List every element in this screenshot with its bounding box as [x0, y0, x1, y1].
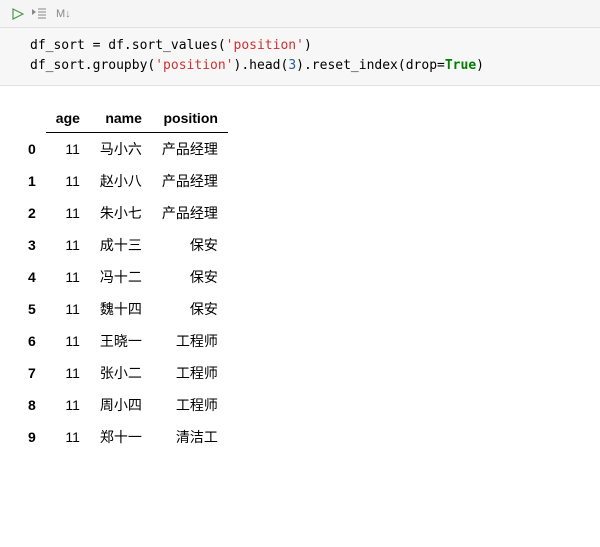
col-header: position	[152, 104, 228, 133]
row-index: 0	[18, 133, 46, 166]
row-index: 6	[18, 325, 46, 357]
row-index: 5	[18, 293, 46, 325]
table-row: 811周小四工程师	[18, 389, 228, 421]
table-row: 011马小六产品经理	[18, 133, 228, 166]
table-row: 411冯十二保安	[18, 261, 228, 293]
cell-age: 11	[46, 357, 90, 389]
row-index: 9	[18, 421, 46, 453]
cell-name: 马小六	[90, 133, 152, 166]
markdown-label[interactable]: M↓	[56, 8, 71, 20]
cell-position: 保安	[152, 261, 228, 293]
table-row: 111赵小八产品经理	[18, 165, 228, 197]
table-row: 611王晓一工程师	[18, 325, 228, 357]
table-row: 511魏十四保安	[18, 293, 228, 325]
cell-name: 郑十一	[90, 421, 152, 453]
cell-age: 11	[46, 261, 90, 293]
cell-age: 11	[46, 165, 90, 197]
cell-name: 朱小七	[90, 197, 152, 229]
cell-position: 产品经理	[152, 197, 228, 229]
cell-name: 成十三	[90, 229, 152, 261]
output-area: age name position 011马小六产品经理111赵小八产品经理21…	[0, 86, 600, 471]
table-row: 311成十三保安	[18, 229, 228, 261]
cell-position: 产品经理	[152, 165, 228, 197]
cell-age: 11	[46, 421, 90, 453]
table-body: 011马小六产品经理111赵小八产品经理211朱小七产品经理311成十三保安41…	[18, 133, 228, 454]
cell-name: 王晓一	[90, 325, 152, 357]
table-row: 911郑十一清洁工	[18, 421, 228, 453]
cell-position: 工程师	[152, 389, 228, 421]
row-index: 3	[18, 229, 46, 261]
cell-name: 周小四	[90, 389, 152, 421]
cell-name: 赵小八	[90, 165, 152, 197]
cell-position: 工程师	[152, 325, 228, 357]
cell-age: 11	[46, 293, 90, 325]
row-index: 8	[18, 389, 46, 421]
table-header: age name position	[18, 104, 228, 133]
cell-age: 11	[46, 389, 90, 421]
cell-position: 保安	[152, 293, 228, 325]
row-index: 1	[18, 165, 46, 197]
cell-age: 11	[46, 325, 90, 357]
col-header: age	[46, 104, 90, 133]
cell-age: 11	[46, 197, 90, 229]
index-header	[18, 104, 46, 133]
row-index: 7	[18, 357, 46, 389]
row-index: 2	[18, 197, 46, 229]
cell-name: 魏十四	[90, 293, 152, 325]
table-row: 211朱小七产品经理	[18, 197, 228, 229]
cell-position: 产品经理	[152, 133, 228, 166]
col-header: name	[90, 104, 152, 133]
code-line-1: df_sort = df.sort_values('position')	[30, 38, 312, 53]
run-icon[interactable]	[12, 8, 24, 20]
cell-age: 11	[46, 229, 90, 261]
code-cell[interactable]: df_sort = df.sort_values('position') df_…	[0, 28, 600, 86]
table-row: 711张小二工程师	[18, 357, 228, 389]
cell-position: 清洁工	[152, 421, 228, 453]
cell-position: 工程师	[152, 357, 228, 389]
cell-toolbar: M↓	[0, 0, 600, 28]
cell-name: 张小二	[90, 357, 152, 389]
dataframe-table: age name position 011马小六产品经理111赵小八产品经理21…	[18, 104, 228, 453]
run-to-cursor-icon[interactable]	[32, 7, 46, 21]
cell-name: 冯十二	[90, 261, 152, 293]
cell-age: 11	[46, 133, 90, 166]
row-index: 4	[18, 261, 46, 293]
cell-position: 保安	[152, 229, 228, 261]
code-line-2: df_sort.groupby('position').head(3).rese…	[30, 58, 484, 73]
